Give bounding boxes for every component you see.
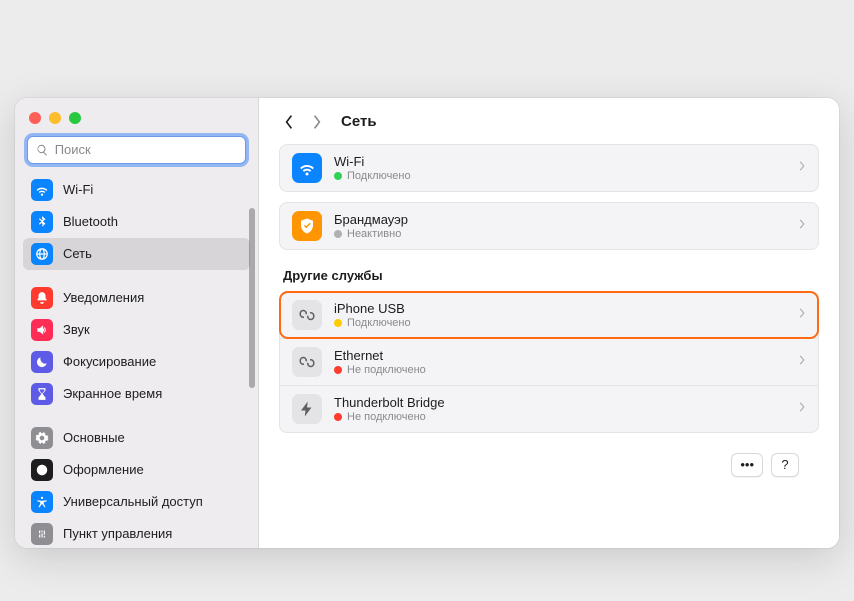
status-dot [334,172,342,180]
sidebar-item-label: Звук [63,322,90,337]
bluetooth-icon [31,211,53,233]
speaker-icon [31,319,53,341]
network-row-chain[interactable]: iPhone USBПодключено [280,292,818,338]
header: Сеть [259,98,839,144]
settings-window: Wi-Fi Bluetooth Сеть Уведомления Звук Фокуси… [15,98,839,548]
sidebar-item-label: Универсальный доступ [63,494,203,509]
moon-icon [31,351,53,373]
window-controls [15,98,258,130]
sidebar-scrollbar[interactable] [249,208,255,388]
chevron-right-icon [798,159,806,177]
sidebar-item-gear[interactable]: Основные [23,422,250,454]
footer-actions: ••• ? [279,443,819,477]
sidebar: Wi-Fi Bluetooth Сеть Уведомления Звук Фокуси… [15,98,259,548]
main-panel: Сеть Wi-FiПодключено БрандмауэрНеактивно… [259,98,839,548]
sidebar-item-label: Основные [63,430,125,445]
shield-icon [292,211,322,241]
chevron-right-icon [798,400,806,418]
row-status: Подключено [334,170,786,182]
row-title: iPhone USB [334,301,786,316]
sidebar-item-label: Сеть [63,246,92,261]
sidebar-item-label: Bluetooth [63,214,118,229]
chevron-right-icon [798,353,806,371]
row-title: Wi-Fi [334,154,786,169]
more-button[interactable]: ••• [731,453,763,477]
status-text: Неактивно [347,228,401,240]
wifi-icon [31,179,53,201]
status-dot [334,319,342,327]
accessibility-icon [31,491,53,513]
status-text: Подключено [347,170,411,182]
help-button[interactable]: ? [771,453,799,477]
sidebar-list[interactable]: Wi-Fi Bluetooth Сеть Уведомления Звук Фокуси… [15,174,258,548]
sidebar-item-label: Wi-Fi [63,182,93,197]
sidebar-item-moon[interactable]: Фокусирование [23,346,250,378]
row-title: Ethernet [334,348,786,363]
row-status: Подключено [334,317,786,329]
close-button[interactable] [29,112,41,124]
search-icon [36,143,49,157]
sidebar-item-label: Оформление [63,462,144,477]
row-status: Неактивно [334,228,786,240]
status-dot [334,230,342,238]
sidebar-item-control[interactable]: Пункт управления [23,518,250,548]
sidebar-item-hourglass[interactable]: Экранное время [23,378,250,410]
chain-icon [292,300,322,330]
row-title: Брандмауэр [334,212,786,227]
sidebar-item-speaker[interactable]: Звук [23,314,250,346]
back-button[interactable] [279,110,299,134]
row-status: Не подключено [334,411,786,423]
status-text: Не подключено [347,411,426,423]
status-dot [334,413,342,421]
sidebar-item-wifi[interactable]: Wi-Fi [23,174,250,206]
chain-icon [292,347,322,377]
status-text: Не подключено [347,364,426,376]
sidebar-item-label: Уведомления [63,290,144,305]
chevron-right-icon [798,306,806,324]
network-row-chain[interactable]: EthernetНе подключено [280,338,818,385]
control-icon [31,523,53,545]
sidebar-item-accessibility[interactable]: Универсальный доступ [23,486,250,518]
gear-icon [31,427,53,449]
search-input[interactable] [55,142,237,157]
bolt-icon [292,394,322,424]
content: Wi-FiПодключено БрандмауэрНеактивно Друг… [259,144,839,548]
wifi-icon [292,153,322,183]
forward-button[interactable] [307,110,327,134]
sidebar-item-bell[interactable]: Уведомления [23,282,250,314]
search-field[interactable] [27,136,246,164]
sidebar-item-globe[interactable]: Сеть [23,238,250,270]
chevron-right-icon [798,217,806,235]
sidebar-item-label: Пункт управления [63,526,172,541]
bell-icon [31,287,53,309]
sidebar-item-bluetooth[interactable]: Bluetooth [23,206,250,238]
sidebar-item-label: Экранное время [63,386,162,401]
appearance-icon [31,459,53,481]
network-row-bolt[interactable]: Thunderbolt BridgeНе подключено [280,385,818,432]
status-text: Подключено [347,317,411,329]
status-dot [334,366,342,374]
sidebar-item-appearance[interactable]: Оформление [23,454,250,486]
network-row-wifi[interactable]: Wi-FiПодключено [280,145,818,191]
sidebar-item-label: Фокусирование [63,354,156,369]
hourglass-icon [31,383,53,405]
fullscreen-button[interactable] [69,112,81,124]
minimize-button[interactable] [49,112,61,124]
row-status: Не подключено [334,364,786,376]
row-title: Thunderbolt Bridge [334,395,786,410]
network-row-shield[interactable]: БрандмауэрНеактивно [280,203,818,249]
section-title-other: Другие службы [283,268,815,283]
page-title: Сеть [341,113,377,130]
globe-icon [31,243,53,265]
